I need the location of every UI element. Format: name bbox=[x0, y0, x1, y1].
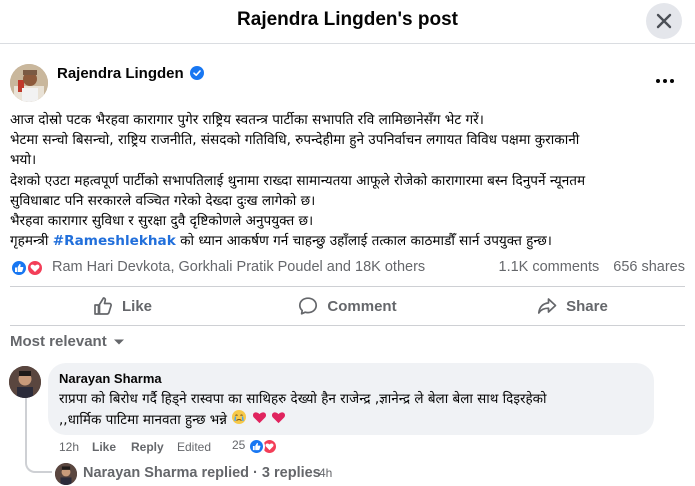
comment-line: राप्रपा को बिरोध गर्दै हिड्ने रास्वपा का… bbox=[59, 391, 547, 407]
comment-reactions[interactable]: 25 bbox=[232, 438, 292, 456]
dialog-title: Rajendra Lingden's post bbox=[237, 9, 458, 30]
comments-count[interactable]: 1.1K comments bbox=[499, 259, 600, 275]
post-text-segment: को ध्यान आकर्षण गर्न चाहन्छु उहाँलाई तत्… bbox=[175, 233, 552, 250]
love-reaction-icon bbox=[26, 259, 44, 277]
reply-time: 4h bbox=[319, 466, 333, 480]
comment-bubble: Narayan Sharma राप्रपा को बिरोध गर्दै हि… bbox=[48, 363, 654, 435]
like-button-label: Like bbox=[121, 297, 152, 315]
reactors-text[interactable]: Ram Hari Devkota, Gorkhali Pratik Poudel… bbox=[52, 259, 425, 275]
post-counts: 1.1K comments 656 shares bbox=[485, 259, 686, 275]
commenter-avatar[interactable] bbox=[9, 366, 41, 398]
crying-face-emoji-icon bbox=[232, 410, 247, 424]
divider bbox=[10, 286, 685, 287]
share-button[interactable]: Share bbox=[460, 288, 685, 324]
post-line: आज दोस्रो पटक भैरहवा कारागार पुगेर राष्ट… bbox=[10, 112, 484, 128]
dialog-header: Rajendra Lingden's post bbox=[0, 0, 695, 44]
sort-label: Most relevant bbox=[10, 333, 107, 350]
post-line: देशको एउटा महत्वपूर्ण पार्टीको सभापतिलाई… bbox=[10, 172, 586, 189]
comment-time[interactable]: 12h bbox=[59, 440, 79, 454]
hashtag-link[interactable]: #Rameshlekhak bbox=[53, 233, 176, 249]
post-line: गृहमन्त्री #Rameshlekhak को ध्यान आकर्षण… bbox=[10, 231, 690, 251]
comment-button[interactable]: Comment bbox=[235, 288, 460, 324]
post-body: आज दोस्रो पटक भैरहवा कारागार पुगेर राष्ट… bbox=[10, 110, 690, 251]
comment-text-segment: ,,धार्मिक पाटिमा मानवता हुन्छ भन्ने bbox=[59, 412, 232, 428]
comment-author[interactable]: Narayan Sharma bbox=[59, 371, 643, 386]
share-button-label: Share bbox=[566, 297, 608, 315]
post-line: भैरहवा कारागार सुविधा र सुरक्षा दुवै दृष… bbox=[10, 213, 314, 230]
comment-reply-button[interactable]: Reply bbox=[131, 440, 164, 454]
post-line: सुविधाबाट पनि सरकारले वञ्चित गरेको देख्द… bbox=[10, 192, 316, 209]
comment-line: ,,धार्मिक पाटिमा मानवता हुन्छ भन्ने bbox=[59, 409, 643, 431]
close-button[interactable] bbox=[646, 3, 682, 39]
like-reaction-icon bbox=[10, 259, 28, 277]
comment-edited-label[interactable]: Edited bbox=[177, 440, 211, 454]
comment-reaction-count: 25 bbox=[232, 438, 246, 452]
comment-text: राप्रपा को बिरोध गर्दै हिड्ने रास्वपा का… bbox=[59, 389, 643, 431]
post-line: भेटमा सन्चो बिसन्चो, राष्ट्रिय राजनीति, … bbox=[10, 132, 580, 149]
shares-count[interactable]: 656 shares bbox=[613, 259, 685, 275]
like-reaction-icon bbox=[248, 438, 265, 455]
view-replies-link[interactable]: Narayan Sharma replied · 3 replies bbox=[83, 465, 321, 481]
comment-sort-selector[interactable]: Most relevant bbox=[10, 333, 125, 350]
reply-thread-line bbox=[25, 398, 52, 473]
verified-badge-icon bbox=[190, 66, 204, 80]
reactions-summary: Ram Hari Devkota, Gorkhali Pratik Poudel… bbox=[10, 258, 685, 278]
like-button[interactable]: Like bbox=[10, 288, 235, 324]
red-heart-emoji-icon bbox=[252, 412, 266, 424]
comment-icon bbox=[299, 297, 318, 315]
caret-down-icon bbox=[113, 339, 124, 344]
red-heart-emoji-icon bbox=[271, 412, 285, 424]
thumbs-up-icon bbox=[94, 297, 112, 315]
divider bbox=[10, 325, 685, 326]
reaction-icons[interactable] bbox=[10, 258, 50, 278]
post-line: भयो। bbox=[10, 152, 37, 169]
emoji-group bbox=[231, 409, 286, 431]
comment-like-button[interactable]: Like bbox=[92, 440, 116, 454]
post-author-row: Rajendra Lingden bbox=[10, 63, 685, 103]
author-name[interactable]: Rajendra Lingden bbox=[57, 65, 184, 82]
close-icon bbox=[656, 13, 672, 29]
reply-avatar[interactable] bbox=[55, 463, 77, 485]
more-options-button[interactable] bbox=[655, 68, 675, 89]
post-text-segment: गृहमन्त्री bbox=[10, 233, 53, 250]
comment-button-label: Comment bbox=[327, 297, 397, 315]
author-avatar[interactable] bbox=[10, 64, 48, 102]
share-icon bbox=[538, 298, 557, 314]
more-icon bbox=[656, 79, 674, 83]
post-actions: Like Comment Share bbox=[10, 288, 685, 324]
